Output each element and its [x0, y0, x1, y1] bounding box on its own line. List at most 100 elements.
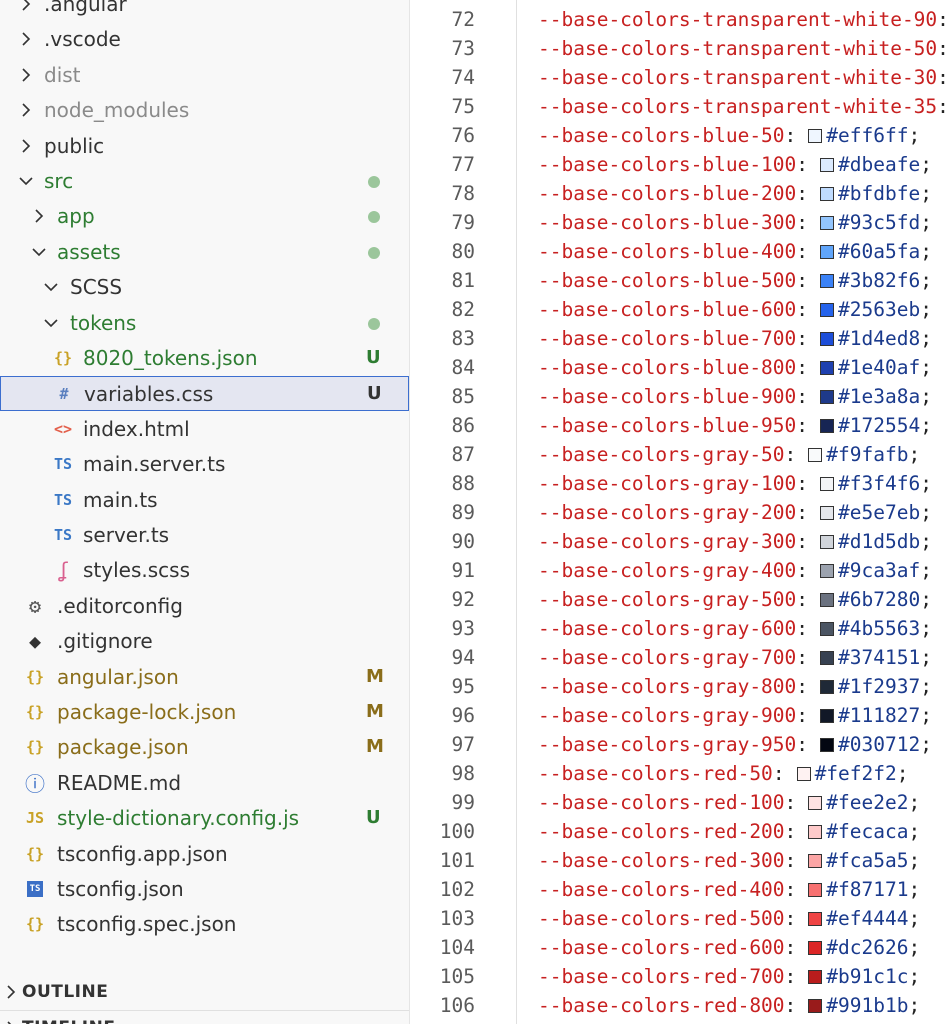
file-item[interactable]: ʆ styles.scss — [0, 553, 409, 588]
color-swatch[interactable] — [820, 360, 835, 375]
semicolon: ; — [908, 907, 921, 930]
css-property: --base-colors-blue-100 — [538, 153, 797, 176]
css-declaration: --base-colors-red-500: #ef4444; — [538, 904, 920, 933]
css-property: --base-colors-blue-500 — [538, 269, 797, 292]
semicolon: ; — [920, 240, 932, 263]
html-icon: <> — [53, 419, 73, 438]
colon: : — [796, 675, 809, 698]
css-property: --base-colors-red-600 — [538, 936, 785, 959]
tree-item-label: angular.json — [57, 664, 179, 689]
semicolon: ; — [920, 211, 932, 234]
folder-item[interactable]: app — [0, 199, 409, 234]
file-item[interactable]: {} 8020_tokens.json U — [0, 341, 409, 376]
colon: : — [784, 907, 797, 930]
code-line: 93 --base-colors-gray-600: #4b5563; — [410, 614, 952, 643]
folder-item[interactable]: dist — [0, 58, 409, 93]
file-item[interactable]: {} tsconfig.app.json — [0, 837, 409, 872]
file-item[interactable]: {} package.json M — [0, 730, 409, 765]
css-value: #bfdbfe — [838, 182, 921, 205]
git-status-badge: M — [366, 665, 384, 687]
file-item[interactable]: {} angular.json M — [0, 660, 409, 695]
css-declaration: --base-colors-gray-500: #6b7280; — [538, 585, 932, 614]
color-swatch[interactable] — [820, 505, 835, 520]
folder-item[interactable]: public — [0, 129, 409, 164]
file-item[interactable]: JS style-dictionary.config.js U — [0, 801, 409, 836]
timeline-label: TIMELINE — [22, 1015, 115, 1024]
color-swatch[interactable] — [820, 302, 835, 317]
color-swatch[interactable] — [820, 157, 835, 172]
css-value: #3b82f6 — [838, 269, 921, 292]
semicolon: ; — [920, 269, 932, 292]
file-item[interactable]: ⓘ README.md — [0, 766, 409, 801]
outline-panel-header[interactable]: OUTLINE — [0, 975, 409, 1009]
line-number: 88 — [451, 472, 475, 495]
color-swatch[interactable] — [820, 389, 835, 404]
file-item[interactable]: TS main.ts — [0, 483, 409, 518]
line-number: 91 — [451, 559, 475, 582]
color-swatch[interactable] — [808, 969, 823, 984]
css-value: #e5e7eb — [838, 501, 921, 524]
color-swatch[interactable] — [820, 273, 835, 288]
color-swatch[interactable] — [820, 592, 835, 607]
color-swatch[interactable] — [808, 882, 823, 897]
folder-item[interactable]: tokens — [0, 306, 409, 341]
colon: : — [784, 965, 797, 988]
css-hash-icon: # — [59, 385, 69, 404]
semicolon: ; — [920, 356, 932, 379]
file-item[interactable]: TS main.server.ts — [0, 447, 409, 482]
color-swatch[interactable] — [796, 766, 811, 781]
folder-item[interactable]: SCSS — [0, 270, 409, 305]
color-swatch[interactable] — [820, 621, 835, 636]
css-declaration: --base-colors-gray-800: #1f2937; — [538, 672, 932, 701]
tree-item-label: main.ts — [83, 487, 158, 512]
code-line: 73 --base-colors-transparent-white-50: — [410, 34, 952, 63]
color-swatch[interactable] — [820, 186, 835, 201]
file-item[interactable]: <> index.html — [0, 412, 409, 447]
color-swatch[interactable] — [820, 476, 835, 491]
color-swatch[interactable] — [808, 824, 823, 839]
folder-item[interactable]: .angular — [0, 0, 409, 22]
color-swatch[interactable] — [808, 128, 823, 143]
color-swatch[interactable] — [808, 447, 823, 462]
color-swatch[interactable] — [808, 940, 823, 955]
tree-item-label: 8020_tokens.json — [83, 346, 258, 370]
color-swatch[interactable] — [820, 650, 835, 665]
file-item[interactable]: # variables.css U — [0, 376, 409, 412]
css-declaration: --base-colors-gray-700: #374151; — [538, 643, 932, 672]
color-swatch[interactable] — [820, 737, 835, 752]
color-swatch[interactable] — [808, 795, 823, 810]
colon: : — [796, 559, 809, 582]
color-swatch[interactable] — [808, 998, 823, 1013]
timeline-panel-header[interactable]: TIMELINE — [0, 1010, 409, 1024]
css-value: #b91c1c — [826, 965, 909, 988]
file-item[interactable]: ⚙ .editorconfig — [0, 589, 409, 624]
color-swatch[interactable] — [820, 708, 835, 723]
file-item[interactable]: ◆ .gitignore — [0, 624, 409, 659]
file-item[interactable]: TS server.ts — [0, 518, 409, 553]
tsconfig-icon: TS — [27, 881, 43, 897]
color-swatch[interactable] — [820, 679, 835, 694]
code-line: 78 --base-colors-blue-200: #bfdbfe; — [410, 179, 952, 208]
folder-item[interactable]: src — [0, 164, 409, 199]
code-line: 81 --base-colors-blue-500: #3b82f6; — [410, 266, 952, 295]
tree-item-label: styles.scss — [83, 558, 190, 583]
color-swatch[interactable] — [820, 331, 835, 346]
modified-dot — [368, 317, 380, 330]
folder-item[interactable]: assets — [0, 235, 409, 270]
color-swatch[interactable] — [820, 534, 835, 549]
color-swatch[interactable] — [820, 244, 835, 259]
color-swatch[interactable] — [820, 563, 835, 578]
color-swatch[interactable] — [808, 853, 823, 868]
folder-item[interactable]: .vscode — [0, 22, 409, 57]
code-editor[interactable]: 72 --base-colors-transparent-white-90: 73 -… — [410, 0, 952, 1024]
file-item[interactable]: {} tsconfig.spec.json — [0, 907, 409, 942]
semicolon: ; — [908, 936, 921, 959]
file-item[interactable]: TS tsconfig.json — [0, 872, 409, 907]
color-swatch[interactable] — [808, 911, 823, 926]
file-item[interactable]: {} package-lock.json M — [0, 695, 409, 730]
color-swatch[interactable] — [820, 418, 835, 433]
css-property: --base-colors-gray-50 — [538, 443, 785, 466]
color-swatch[interactable] — [820, 215, 835, 230]
colon: : — [796, 211, 809, 234]
folder-item[interactable]: node_modules — [0, 93, 409, 128]
